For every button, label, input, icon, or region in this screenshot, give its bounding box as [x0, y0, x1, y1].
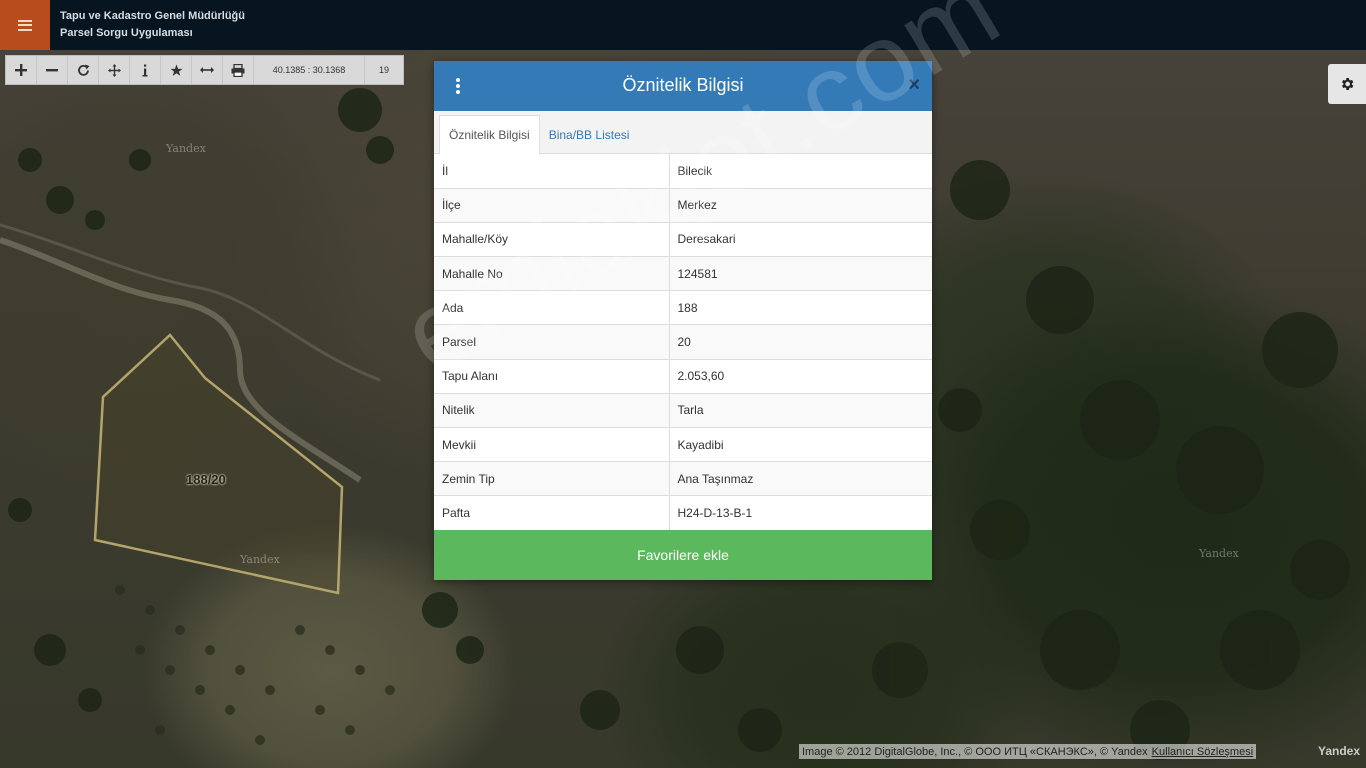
modal-title: Öznitelik Bilgisi	[622, 75, 744, 95]
measure-button[interactable]	[192, 56, 223, 84]
map-watermark: Yandex	[1199, 547, 1239, 560]
modal-tabs: Öznitelik Bilgisi Bina/BB Listesi	[434, 111, 932, 155]
measure-icon	[200, 67, 214, 73]
map-watermark: Yandex	[240, 553, 280, 566]
hamburger-icon	[18, 19, 32, 31]
refresh-icon	[77, 64, 89, 76]
settings-button[interactable]	[1328, 64, 1366, 104]
parcel-label[interactable]: 188/20	[186, 472, 226, 487]
gear-icon	[1342, 78, 1354, 90]
attribute-key: Mevkii	[434, 426, 670, 462]
app-title: Tapu ve Kadastro Genel Müdürlüğü Parsel …	[60, 8, 245, 42]
modal-header: Öznitelik Bilgisi ×	[434, 61, 932, 111]
zoom-out-button[interactable]	[37, 56, 68, 84]
table-row: Mahalle No 124581	[434, 256, 932, 291]
tab-building-list[interactable]: Bina/BB Listesi	[540, 115, 639, 154]
table-row: İl Bilecik	[434, 154, 932, 189]
app-header: Tapu ve Kadastro Genel Müdürlüğü Parsel …	[0, 0, 1366, 50]
attribute-value: 188	[669, 290, 932, 325]
attribute-value: Ana Taşınmaz	[669, 461, 932, 496]
table-row: Mevkii Kayadibi	[434, 426, 932, 462]
attribute-table: İl Bilecik İlçe Merkez Mahalle/Köy Deresakari…	[434, 154, 932, 531]
table-row: İlçe Merkez	[434, 187, 932, 223]
table-row: Tapu Alanı 2.053,60	[434, 358, 932, 394]
attribute-value: H24-D-13-B-1	[669, 495, 932, 531]
star-icon	[170, 64, 182, 76]
attribute-key: Tapu Alanı	[434, 358, 670, 394]
print-icon	[231, 63, 245, 77]
attribute-key: Mahalle/Köy	[434, 221, 670, 257]
attribute-value: Merkez	[669, 187, 932, 223]
map-attribution: Image © 2012 DigitalGlobe, Inc., © ООО И…	[799, 744, 1257, 759]
attribute-key: İlçe	[434, 187, 670, 223]
coordinate-readout: 40.1385 : 30.1368	[254, 56, 365, 84]
attribute-value: Tarla	[669, 392, 932, 428]
refresh-button[interactable]	[68, 56, 99, 84]
tab-attribute-info[interactable]: Öznitelik Bilgisi	[439, 115, 540, 155]
favorites-button[interactable]	[161, 56, 192, 84]
attribute-key: İl	[434, 154, 670, 189]
table-row: Ada 188	[434, 290, 932, 325]
app-title-line1: Tapu ve Kadastro Genel Müdürlüğü	[60, 10, 245, 22]
pan-button[interactable]	[99, 56, 130, 84]
attribute-value: 20	[669, 324, 932, 360]
app-title-line2: Parsel Sorgu Uygulaması	[60, 27, 193, 39]
zoom-in-icon	[15, 64, 27, 76]
attribute-key: Pafta	[434, 495, 670, 531]
attribute-key: Mahalle No	[434, 256, 670, 291]
close-button[interactable]: ×	[908, 75, 920, 95]
table-row: Parsel 20	[434, 324, 932, 360]
attribute-value: Bilecik	[677, 163, 713, 178]
table-row: Zemin Tip Ana Taşınmaz	[434, 461, 932, 496]
table-row: Mahalle/Köy Deresakari	[434, 221, 932, 257]
yandex-logo: Yandex	[1318, 744, 1361, 758]
attribution-text: Image © 2012 DigitalGlobe, Inc., © ООО И…	[802, 745, 1148, 758]
attribute-value: Deresakari	[669, 221, 932, 257]
menu-button[interactable]	[0, 0, 50, 50]
attribute-value: 124581	[669, 256, 932, 291]
table-row: Nitelik Tarla	[434, 392, 932, 428]
attribute-key: Ada	[434, 290, 670, 325]
attribute-value: 2.053,60	[669, 358, 932, 394]
attribute-key: Parsel	[434, 324, 670, 360]
zoom-in-button[interactable]	[6, 56, 37, 84]
info-button[interactable]	[130, 56, 161, 84]
attribute-info-modal: Öznitelik Bilgisi × Öznitelik Bilgisi Bi…	[434, 61, 932, 580]
add-to-favorites-button[interactable]: Favorilere ekle	[434, 530, 932, 580]
map-toolbar: 40.1385 : 30.1368 19	[5, 55, 404, 85]
zoom-out-icon	[46, 69, 58, 72]
pan-icon	[107, 63, 121, 77]
zoom-level-readout: 19	[378, 65, 389, 75]
map-watermark: Yandex	[166, 142, 206, 155]
attribute-value: Kayadibi	[669, 426, 932, 462]
terms-link[interactable]: Kullanıcı Sözleşmesi	[1152, 746, 1254, 758]
table-row: Pafta H24-D-13-B-1	[434, 495, 932, 531]
print-button[interactable]	[223, 56, 254, 84]
info-icon	[142, 64, 148, 76]
attribute-key: Zemin Tip	[434, 461, 670, 496]
attribute-key: Nitelik	[434, 392, 670, 428]
